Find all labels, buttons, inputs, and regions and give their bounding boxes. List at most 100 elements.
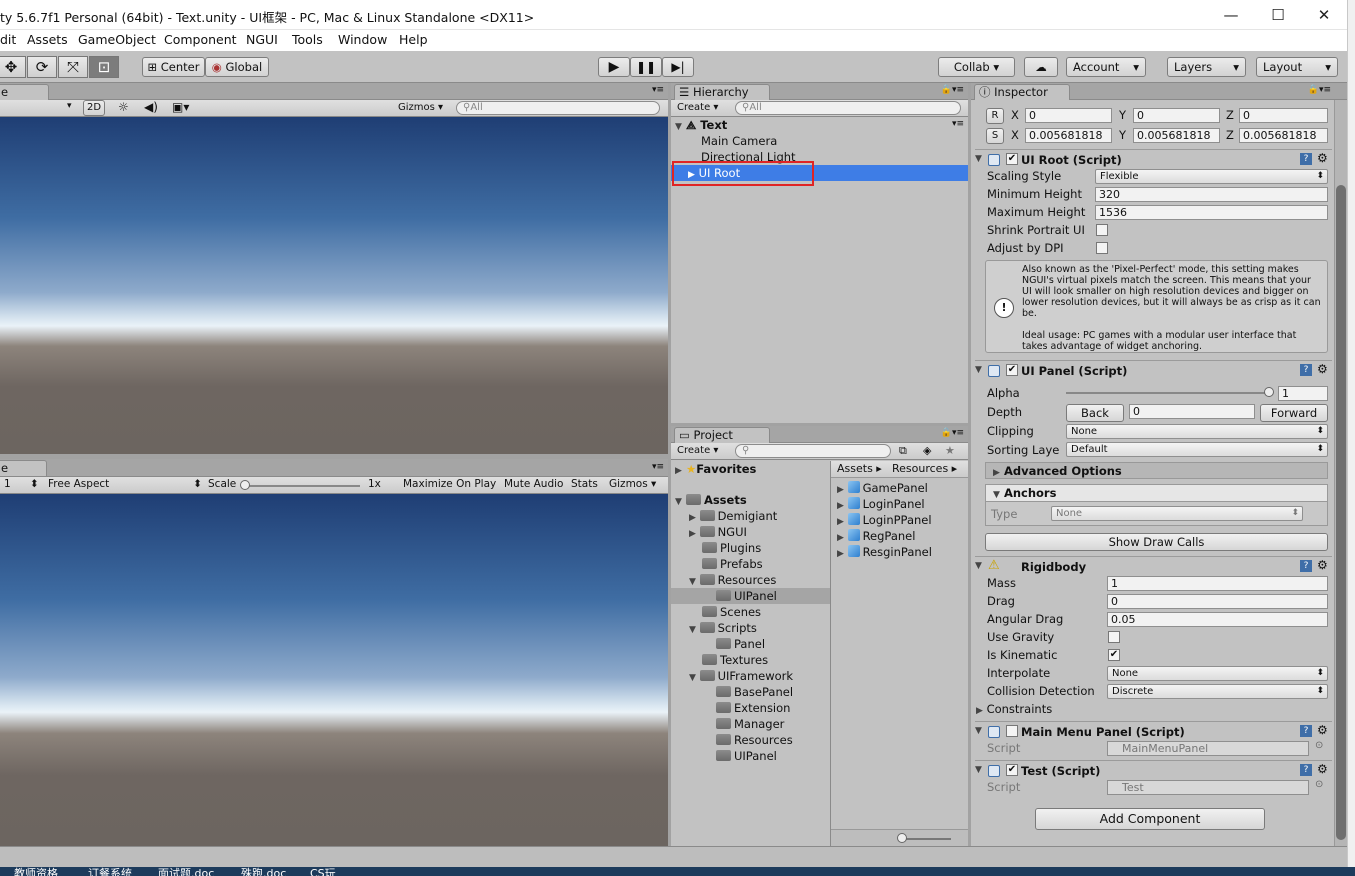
ui-root-enabled-checkbox[interactable]: ✔: [1006, 153, 1018, 165]
rotation-y-field[interactable]: 0: [1133, 108, 1220, 123]
alpha-slider[interactable]: [1066, 392, 1270, 394]
file-loginppanel[interactable]: ▶ LoginPPanel: [837, 513, 932, 527]
taskbar-item[interactable]: 面试题.doc: [158, 867, 214, 876]
account-dropdown[interactable]: Account ▾: [1066, 57, 1146, 77]
scale-tool-icon[interactable]: ⤧: [58, 56, 88, 78]
help-icon[interactable]: ?: [1300, 153, 1312, 165]
taskbar-item[interactable]: 订餐系统: [88, 867, 132, 876]
tree-manager[interactable]: Manager: [716, 717, 784, 731]
use-gravity-checkbox[interactable]: [1108, 631, 1120, 643]
tree-assets[interactable]: ▼ Assets: [675, 493, 747, 507]
tree-ngui[interactable]: ▶ NGUI: [689, 525, 747, 539]
menu-edit[interactable]: dit: [0, 32, 16, 47]
icon-size-slider[interactable]: [901, 838, 951, 840]
scaling-style-dropdown[interactable]: Flexible: [1095, 169, 1328, 184]
depth-back-button[interactable]: Back: [1066, 404, 1124, 422]
ui-root-component-header[interactable]: ▼ ✔ UI Root (Script) ? ⚙: [975, 149, 1332, 169]
lock-icon[interactable]: 🔒▾≡: [941, 85, 964, 95]
2d-toggle[interactable]: 2D: [83, 100, 105, 116]
menu-help[interactable]: Help: [399, 32, 428, 47]
rotation-x-field[interactable]: 0: [1025, 108, 1112, 123]
layout-dropdown[interactable]: Layout ▾: [1256, 57, 1338, 77]
rotation-reset-button[interactable]: R: [986, 108, 1004, 124]
game-viewport[interactable]: [0, 494, 668, 846]
tab-scene[interactable]: e: [0, 84, 49, 100]
scale-x-field[interactable]: 0.005681818: [1025, 128, 1112, 143]
file-loginpanel[interactable]: ▶ LoginPanel: [837, 497, 925, 511]
constraints-foldout[interactable]: ▶ Constraints: [976, 702, 1052, 716]
gear-icon[interactable]: ⚙: [1317, 151, 1328, 165]
tree-prefabs[interactable]: Prefabs: [702, 557, 763, 571]
panel-menu-icon[interactable]: ▾≡: [652, 85, 664, 95]
adjust-dpi-checkbox[interactable]: [1096, 242, 1108, 254]
foldout-arrow-icon[interactable]: ▼: [975, 726, 982, 736]
gear-icon[interactable]: ⚙: [1317, 762, 1328, 776]
cloud-icon[interactable]: ☁: [1024, 57, 1058, 77]
scene-search-input[interactable]: ⚲All: [456, 101, 660, 115]
game-gizmos-dropdown[interactable]: Gizmos ▾: [609, 478, 656, 490]
mass-field[interactable]: 1: [1107, 576, 1328, 591]
help-icon[interactable]: ?: [1300, 764, 1312, 776]
clipping-dropdown[interactable]: None: [1066, 424, 1328, 439]
depth-forward-button[interactable]: Forward: [1260, 404, 1328, 422]
max-height-field[interactable]: 1536: [1095, 205, 1328, 220]
is-kinematic-checkbox[interactable]: ✔: [1108, 649, 1120, 661]
tree-uipanel-2[interactable]: UIPanel: [716, 749, 777, 763]
taskbar-item[interactable]: CS玩: [310, 867, 336, 876]
interpolate-dropdown[interactable]: None: [1107, 666, 1328, 681]
menu-assets[interactable]: Assets: [27, 32, 68, 47]
tree-uiframework[interactable]: ▼ UIFramework: [689, 669, 793, 683]
anchors-foldout[interactable]: ▼ Anchors: [986, 485, 1327, 502]
breadcrumb-assets[interactable]: Assets ▸: [837, 462, 882, 475]
tab-game[interactable]: e: [0, 460, 47, 476]
shading-dropdown-arrow-icon[interactable]: ▾: [67, 101, 72, 111]
maximize-button[interactable]: ☐: [1255, 4, 1301, 26]
help-icon[interactable]: ?: [1300, 364, 1312, 376]
pause-icon[interactable]: ❚❚: [630, 57, 662, 77]
test-component-header[interactable]: ▼ ✔ Test (Script) ? ⚙: [975, 760, 1332, 780]
foldout-arrow-icon[interactable]: ▼: [975, 154, 982, 164]
breadcrumb-resources[interactable]: Resources ▸: [892, 462, 957, 475]
anchor-type-dropdown[interactable]: None: [1051, 506, 1303, 521]
tree-selected-uipanel[interactable]: UIPanel: [671, 588, 830, 604]
tree-plugins[interactable]: Plugins: [702, 541, 761, 555]
collab-button[interactable]: Collab ▾: [938, 57, 1015, 77]
alpha-slider-thumb[interactable]: [1264, 387, 1274, 397]
tree-textures[interactable]: Textures: [702, 653, 768, 667]
sorting-layer-dropdown[interactable]: Default: [1066, 442, 1328, 457]
rect-tool-icon[interactable]: ⊡: [89, 56, 119, 78]
gear-icon[interactable]: ⚙: [1317, 362, 1328, 376]
effects-icon[interactable]: ▣▾: [172, 100, 189, 114]
tree-basepanel[interactable]: BasePanel: [716, 685, 793, 699]
ui-panel-component-header[interactable]: ▼ ✔ UI Panel (Script) ? ⚙: [975, 360, 1332, 380]
inspector-scrollbar[interactable]: [1334, 100, 1347, 846]
file-regpanel[interactable]: ▶ RegPanel: [837, 529, 915, 543]
mute-audio-toggle[interactable]: Mute Audio: [504, 478, 563, 490]
pivot-center-button[interactable]: ⊞ Center: [142, 57, 205, 77]
rotate-tool-icon[interactable]: ⟳: [27, 56, 57, 78]
shrink-portrait-checkbox[interactable]: [1096, 224, 1108, 236]
lock-icon[interactable]: 🔒▾≡: [941, 428, 964, 438]
object-picker-icon[interactable]: ⊙: [1315, 779, 1323, 790]
menu-ngui[interactable]: NGUI: [246, 32, 278, 47]
depth-field[interactable]: 0: [1129, 404, 1255, 419]
drag-field[interactable]: 0: [1107, 594, 1328, 609]
test-enabled-checkbox[interactable]: ✔: [1006, 764, 1018, 776]
main-menu-panel-component-header[interactable]: ▼ Main Menu Panel (Script) ? ⚙: [975, 721, 1332, 741]
audio-icon[interactable]: ◀): [144, 100, 158, 114]
min-height-field[interactable]: 320: [1095, 187, 1328, 202]
tab-project[interactable]: ▭ Project: [674, 427, 770, 443]
object-picker-icon[interactable]: ⊙: [1315, 740, 1323, 751]
hierarchy-search-input[interactable]: ⚲All: [735, 101, 961, 115]
scale-z-field[interactable]: 0.005681818: [1239, 128, 1328, 143]
alpha-field[interactable]: 1: [1278, 386, 1328, 401]
project-search-input[interactable]: ⚲: [735, 444, 891, 458]
foldout-arrow-icon[interactable]: ▼: [975, 765, 982, 775]
scrollbar-thumb[interactable]: [1336, 185, 1346, 840]
hierarchy-item-main-camera[interactable]: Main Camera: [701, 134, 777, 148]
project-create-dropdown[interactable]: Create ▾: [677, 445, 718, 456]
favorite-star-icon[interactable]: ★: [945, 444, 955, 457]
file-resginpanel[interactable]: ▶ ResginPanel: [837, 545, 932, 559]
tree-extension[interactable]: Extension: [716, 701, 790, 715]
menu-tools[interactable]: Tools: [292, 32, 323, 47]
